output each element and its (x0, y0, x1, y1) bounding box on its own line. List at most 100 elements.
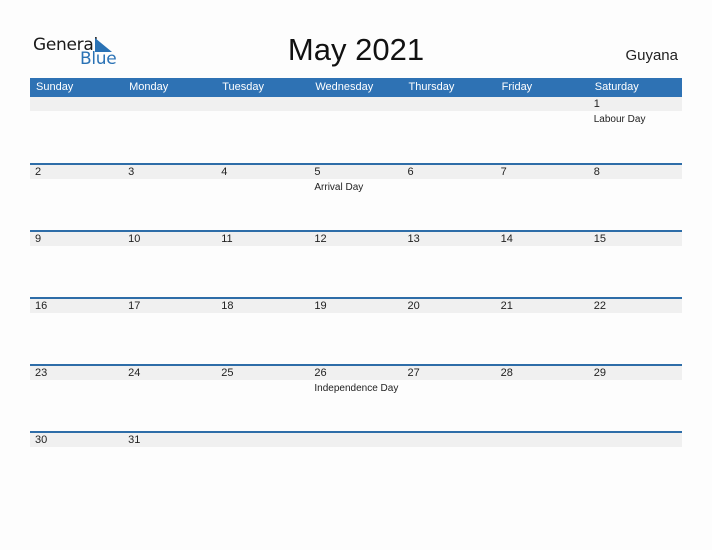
day-cell: 3 (123, 165, 217, 230)
day-number: 8 (593, 166, 600, 178)
day-header-band (588, 433, 682, 447)
day-cell: 19 (309, 299, 403, 364)
day-cell: 31 (123, 433, 217, 498)
day-number: 1 (593, 98, 600, 110)
day-header-band (30, 232, 124, 246)
day-cell (216, 433, 310, 498)
day-number: 12 (314, 233, 327, 245)
day-number: 20 (407, 300, 420, 312)
day-cell: 21 (495, 299, 589, 364)
day-header-band (588, 97, 682, 111)
day-cell (495, 433, 589, 498)
weekday-thursday: Thursday (408, 81, 455, 93)
day-header-band (495, 433, 589, 447)
day-cell (495, 97, 589, 163)
weekday-tuesday: Tuesday (222, 81, 265, 93)
day-header-band (123, 97, 217, 111)
day-cell (30, 97, 124, 163)
day-cell: 14 (495, 232, 589, 297)
day-header-band (216, 165, 310, 179)
day-cell (402, 97, 496, 163)
day-header-band (216, 97, 310, 111)
day-number: 3 (128, 166, 135, 178)
day-cell (309, 97, 403, 163)
holiday-label: Labour Day (593, 114, 646, 125)
day-header-band (495, 165, 589, 179)
day-cell: 18 (216, 299, 310, 364)
day-number: 15 (593, 233, 606, 245)
day-header-band (30, 165, 124, 179)
day-number: 2 (35, 166, 42, 178)
day-cell (216, 97, 310, 163)
day-cell: 11 (216, 232, 310, 297)
day-cell: 24 (123, 366, 217, 431)
weeks-container: 1 Labour Day 2 3 4 5 Arrival Day 6 7 8 9 10 11 12 13 14… (30, 97, 682, 498)
day-header-band (309, 165, 403, 179)
day-cell: 28 (495, 366, 589, 431)
day-cell (402, 433, 496, 498)
day-cell: 23 (30, 366, 124, 431)
day-number: 5 (314, 166, 321, 178)
day-cell (588, 433, 682, 498)
day-number: 7 (500, 166, 507, 178)
day-number: 17 (128, 300, 141, 312)
weekday-header: Sunday Monday Tuesday Wednesday Thursday… (30, 78, 682, 97)
day-number: 11 (221, 233, 233, 245)
day-cell: 16 (30, 299, 124, 364)
day-number: 24 (128, 367, 141, 379)
day-header-band (123, 165, 217, 179)
day-number: 25 (221, 367, 234, 379)
calendar-grid: Sunday Monday Tuesday Wednesday Thursday… (30, 78, 682, 498)
day-cell: 30 (30, 433, 124, 498)
day-cell: 1 Labour Day (588, 97, 682, 163)
day-header-band (402, 165, 496, 179)
day-number: 28 (500, 367, 513, 379)
day-cell: 27 (402, 366, 496, 431)
day-header-band (30, 97, 124, 111)
day-number: 21 (500, 300, 513, 312)
day-number: 10 (128, 233, 141, 245)
week-row: 23 24 25 26 Independence Day 27 28 29 (30, 364, 682, 431)
day-cell: 5 Arrival Day (309, 165, 403, 230)
holiday-label: Arrival Day (314, 182, 364, 193)
calendar-title: May 2021 (287, 32, 425, 67)
day-cell: 6 (402, 165, 496, 230)
day-header-band (309, 433, 403, 447)
day-number: 14 (500, 233, 513, 245)
day-cell: 7 (495, 165, 589, 230)
day-cell: 4 (216, 165, 310, 230)
day-cell: 25 (216, 366, 310, 431)
holiday-label: Independence Day (314, 383, 399, 394)
week-row: 1 Labour Day (30, 97, 682, 163)
week-row: 2 3 4 5 Arrival Day 6 7 8 (30, 163, 682, 230)
day-number: 30 (35, 434, 48, 446)
day-cell: 15 (588, 232, 682, 297)
day-number: 9 (35, 233, 42, 245)
day-cell: 2 (30, 165, 124, 230)
weekday-friday: Friday (501, 81, 533, 93)
day-header-band (588, 165, 682, 179)
day-number: 22 (593, 300, 606, 312)
day-number: 27 (407, 367, 420, 379)
weekday-saturday: Saturday (594, 81, 639, 93)
day-cell: 22 (588, 299, 682, 364)
weekday-wednesday: Wednesday (315, 81, 374, 93)
day-cell: 20 (402, 299, 496, 364)
day-number: 6 (407, 166, 414, 178)
day-cell: 8 (588, 165, 682, 230)
day-header-band (216, 433, 310, 447)
day-number: 29 (593, 367, 606, 379)
day-header-band (309, 97, 403, 111)
day-header-band (495, 97, 589, 111)
week-row: 9 10 11 12 13 14 15 (30, 230, 682, 297)
day-cell: 12 (309, 232, 403, 297)
day-number: 13 (407, 233, 420, 245)
weekday-sunday: Sunday (36, 81, 74, 93)
day-cell: 9 (30, 232, 124, 297)
day-cell: 29 (588, 366, 682, 431)
week-row: 16 17 18 19 20 21 22 (30, 297, 682, 364)
day-number: 4 (221, 166, 228, 178)
day-number: 23 (35, 367, 48, 379)
day-number: 26 (314, 367, 327, 379)
day-cell (123, 97, 217, 163)
